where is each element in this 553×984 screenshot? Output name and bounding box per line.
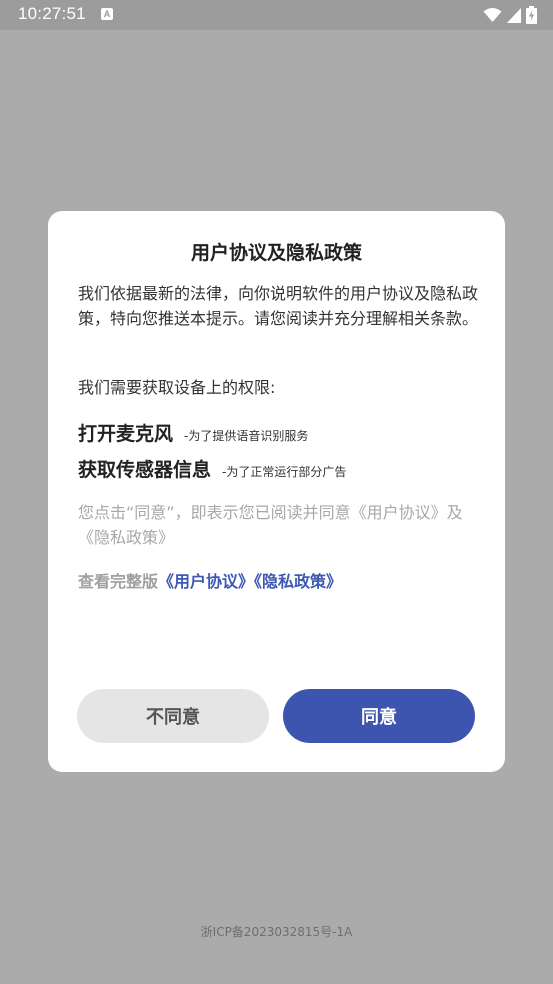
agree-button[interactable]: 同意 [283,689,475,743]
permission-name: 获取传感器信息 [78,459,212,481]
status-bar: 10:27:51 A [0,0,553,30]
icp-footer: 浙ICP备2023032815号-1A [200,925,353,939]
permission-name: 打开麦克风 [78,423,174,445]
intro-text: 我们依据最新的法律，向你说明软件的用户协议及隐私政策，特向您推送本提示。请您阅读… [78,284,479,328]
status-time: 10:27:51 [18,4,86,23]
status-icons [483,6,537,24]
dialog-title: 用户协议及隐私政策 [190,242,362,264]
permission-row-microphone: 打开麦克风 -为了提供语音识别服务 [78,419,308,446]
cellular-signal-icon [507,7,521,23]
links-prefix: 查看完整版 [78,572,159,591]
user-agreement-link[interactable]: 《用户协议》 [158,572,254,591]
consent-notice: 您点击“同意”，即表示您已阅读并同意《用户协议》及《隐私政策》 [78,503,463,547]
wifi-icon [483,7,502,23]
privacy-policy-link[interactable]: 《隐私政策》 [254,572,342,591]
battery-charging-icon [526,6,537,24]
permission-row-sensor: 获取传感器信息 -为了正常运行部分广告 [78,455,346,482]
permissions-heading: 我们需要获取设备上的权限: [78,378,276,397]
permission-purpose: -为了提供语音识别服务 [184,429,309,443]
disagree-button[interactable]: 不同意 [77,689,269,743]
full-agreement-links: 查看完整版《用户协议》《隐私政策》 [78,568,342,592]
notification-a-icon: A [101,8,113,20]
permission-purpose: -为了正常运行部分广告 [222,465,347,479]
privacy-dialog: 用户协议及隐私政策 我们依据最新的法律，向你说明软件的用户协议及隐私政策，特向您… [48,211,505,772]
